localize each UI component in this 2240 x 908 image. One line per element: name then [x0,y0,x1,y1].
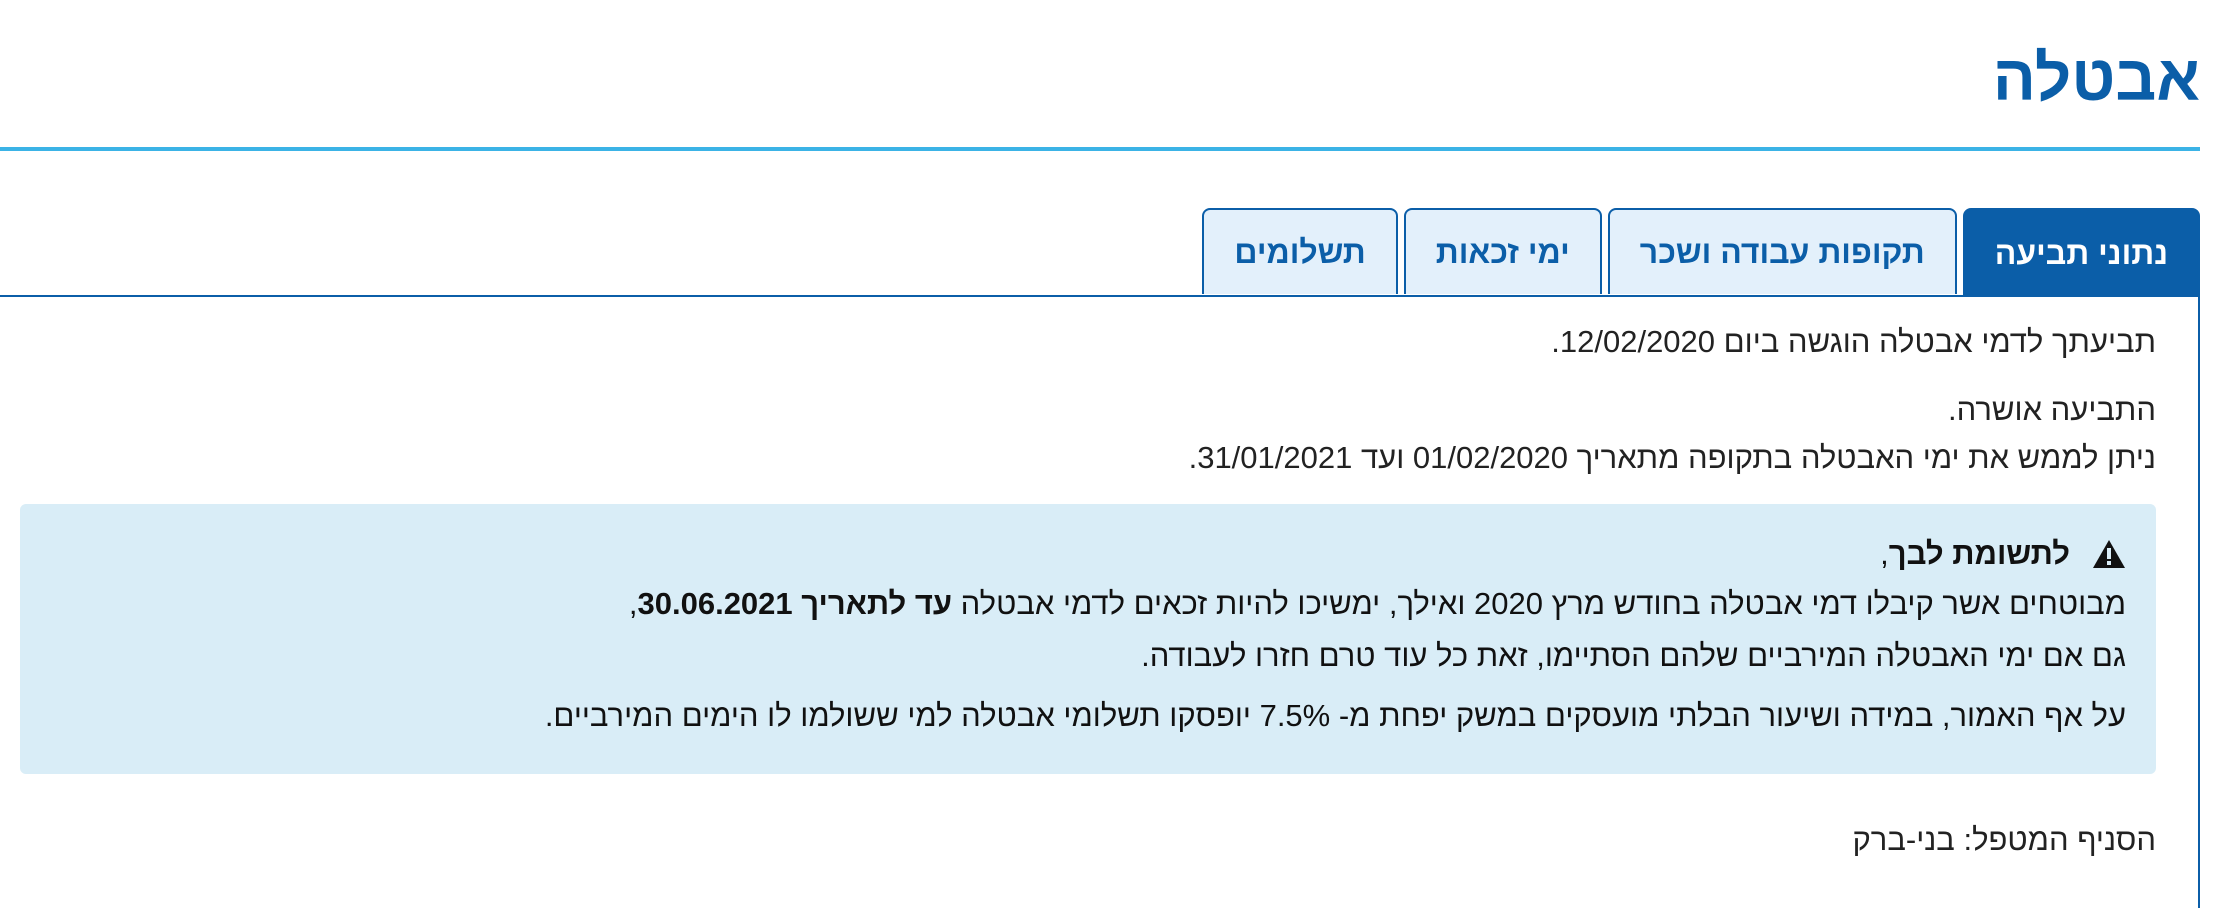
notice-line-1-end: , [628,586,638,621]
page-title: אבטלה [1992,42,2200,114]
notice-line-2: גם אם ימי האבטלה המירביים שלהם הסתיימו, … [1141,638,2126,673]
notice-line-1: מבוטחים אשר קיבלו דמי אבטלה בחודש מרץ 20… [629,584,2126,624]
branch-text: הסניף המטפל: בני-ברק [1852,822,2156,857]
notice-box: לתשומת לבך, מבוטחים אשר קיבלו דמי אבטלה … [20,504,2156,774]
tab-payments[interactable]: תשלומים [1202,208,1398,294]
notice-heading-rest: , [1880,536,1889,571]
warning-icon [2093,540,2125,568]
tab-entitlement-days[interactable]: ימי זכאות [1403,208,1602,294]
tab-work-periods[interactable]: תקופות עבודה ושכר [1607,208,1957,294]
claim-approved-text: התביעה אושרה. [1947,392,2156,427]
notice-heading-bold: לתשומת לבך [1888,536,2070,571]
notice-line-1-bold: עד לתאריך 30.06.2021 [637,586,953,621]
notice-heading: לתשומת לבך, [1880,534,2126,574]
tab-claim-details[interactable]: נתוני תביעה [1962,208,2200,296]
unemployment-page: אבטלה נתוני תביעה תקופות עבודה ושכר ימי … [0,0,2240,908]
title-divider [0,147,2200,151]
notice-line-1-start: מבוטחים אשר קיבלו דמי אבטלה בחודש מרץ 20… [952,586,2126,621]
notice-line-3: על אף האמור, במידה ושיעור הבלתי מועסקים … [544,698,2126,733]
tab-bar: נתוני תביעה תקופות עבודה ושכר ימי זכאות … [1202,208,2200,296]
claim-submitted-text: תביעתך לדמי אבטלה הוגשה ביום 12/02/2020. [1551,324,2156,359]
claim-period-text: ניתן לממש את ימי האבטלה בתקופה מתאריך 01… [1188,440,2156,475]
